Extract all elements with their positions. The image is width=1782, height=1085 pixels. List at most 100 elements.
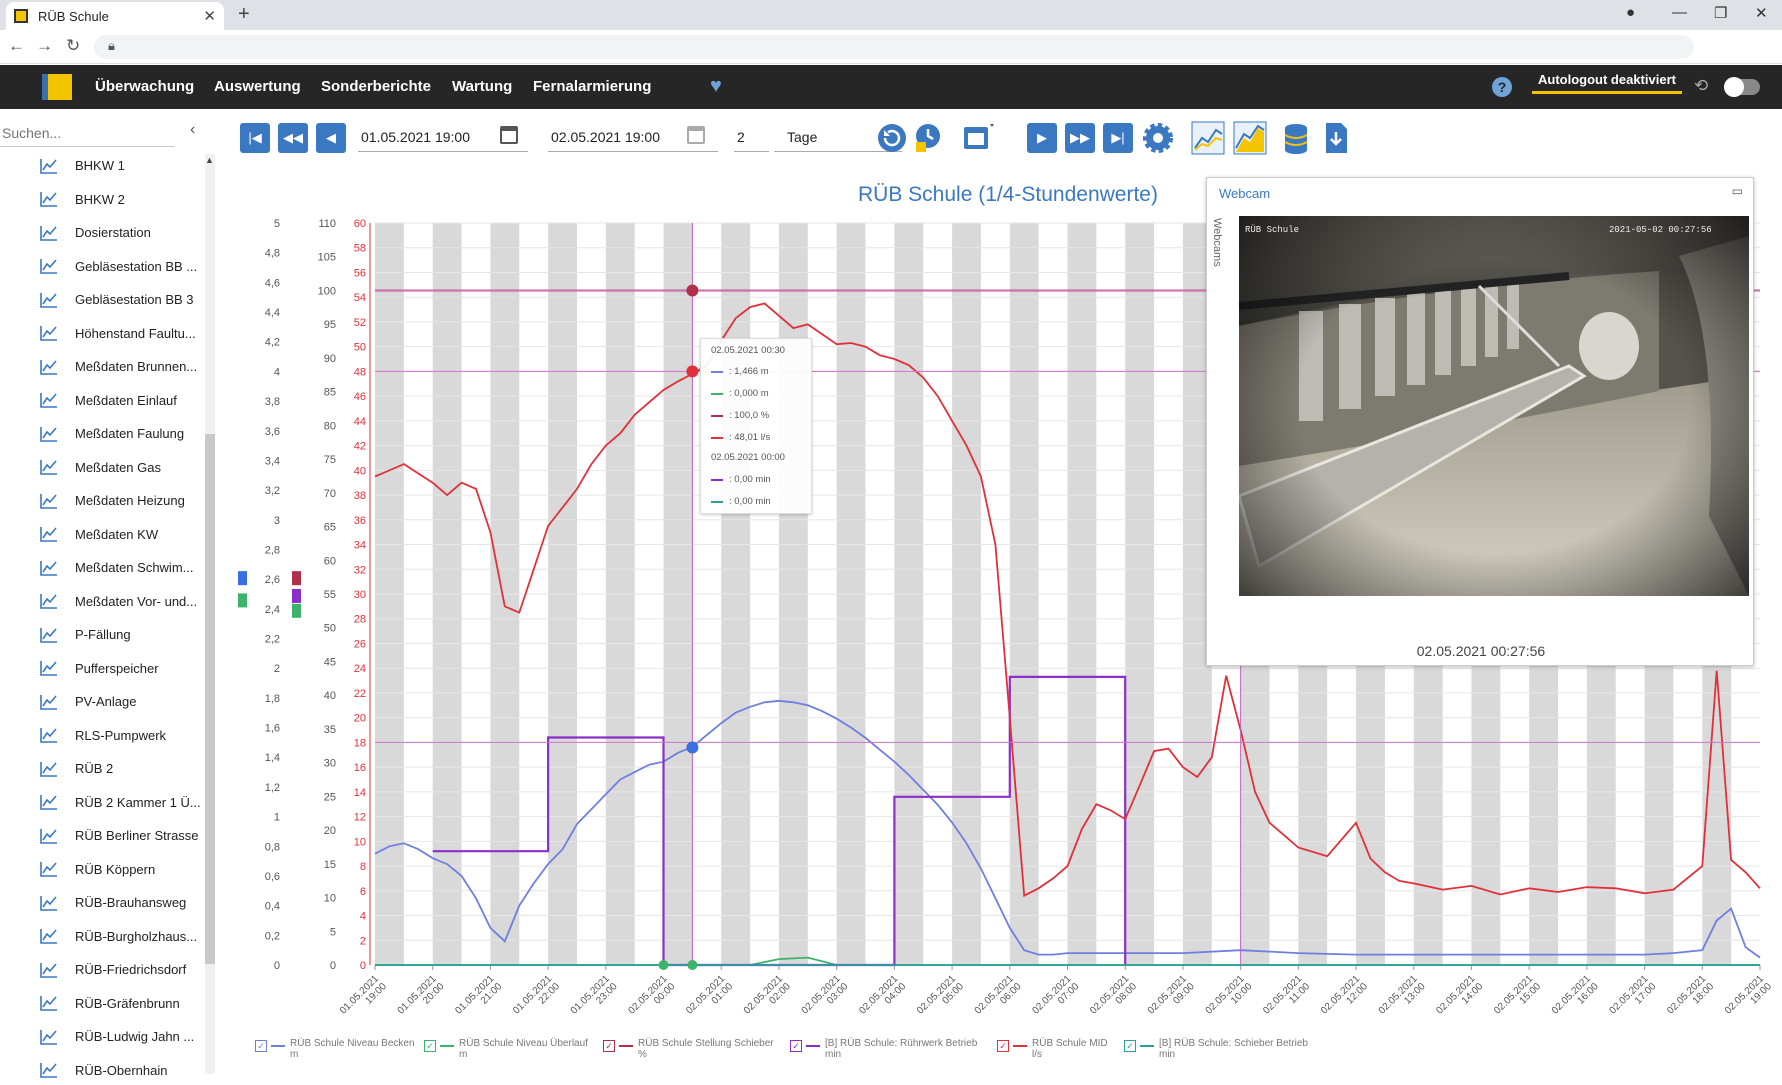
help-icon[interactable]: ? — [1492, 77, 1512, 97]
sidebar-item[interactable]: RÜB-Friedrichsdorf — [0, 953, 205, 987]
auto-refresh-icon[interactable] — [910, 120, 946, 156]
sidebar-item[interactable]: Meßdaten Schwim... — [0, 551, 205, 585]
period-count-field[interactable]: 2 — [734, 122, 769, 152]
sidebar-item[interactable]: PV-Anlage — [0, 685, 205, 719]
sidebar-item[interactable]: RÜB 2 — [0, 752, 205, 786]
close-window-icon[interactable]: ✕ — [1755, 4, 1768, 22]
sidebar-item[interactable]: BHKW 2 — [0, 183, 205, 217]
new-tab-button[interactable]: + — [238, 3, 250, 26]
sidebar-item[interactable]: RÜB-Ludwig Jahn ... — [0, 1020, 205, 1054]
sidebar-item[interactable]: Höhenstand Faultu... — [0, 317, 205, 351]
collapse-sidebar-icon[interactable]: ‹ — [190, 121, 195, 139]
app-logo[interactable] — [42, 74, 72, 100]
area-chart-icon[interactable] — [1232, 120, 1268, 156]
forward-icon[interactable]: → — [36, 36, 53, 56]
menu-fernalarmierung[interactable]: Fernalarmierung — [533, 78, 651, 95]
calendar-options-icon[interactable] — [960, 120, 996, 156]
restore-icon[interactable]: ❐ — [1714, 4, 1727, 22]
sidebar-item[interactable]: RÜB-Gräfenbrunn — [0, 987, 205, 1021]
autologout-status[interactable]: Autologout deaktiviert — [1532, 72, 1682, 94]
sidebar-item[interactable]: Meßdaten Vor- und... — [0, 585, 205, 619]
sidebar-item[interactable]: Meßdaten Heizung — [0, 484, 205, 518]
legend-item[interactable]: ✓ RÜB Schule Niveau Becken m — [255, 1038, 415, 1060]
webcam-image: RÜB Schule 2021-05-02 00:27:56 — [1239, 216, 1749, 596]
close-tab-icon[interactable]: ✕ — [203, 7, 216, 25]
sidebar-item[interactable]: RÜB-Burgholzhaus... — [0, 920, 205, 954]
webcam-minimize-icon[interactable]: ▭ — [1732, 184, 1743, 198]
sidebar-item[interactable]: BHKW 1 — [0, 149, 205, 183]
profile-icon[interactable]: ● — [1626, 4, 1635, 21]
legend-item[interactable]: ✓ RÜB Schule MID l/s — [997, 1038, 1108, 1060]
calendar-to-icon[interactable] — [687, 126, 705, 144]
last-button[interactable]: ▶| — [1103, 123, 1133, 153]
fast-forward-button[interactable]: ▶▶ — [1065, 123, 1095, 153]
sidebar-item[interactable]: P-Fällung — [0, 618, 205, 652]
sidebar-item[interactable]: Pufferspeicher — [0, 652, 205, 686]
legend-item[interactable]: ✓ [B] RÜB Schule: Rührwerk Betrieb min — [790, 1038, 977, 1060]
tooltip-value: : 0,00 min — [729, 474, 771, 485]
menu-auswertung[interactable]: Auswertung — [214, 78, 301, 95]
database-icon[interactable] — [1278, 120, 1314, 156]
axis-tick-label: 4 — [360, 911, 366, 923]
legend-item[interactable]: ✓ [B] RÜB Schule: Schieber Betrieb min — [1124, 1038, 1308, 1060]
menu-sonderberichte[interactable]: Sonderberichte — [321, 78, 431, 95]
sidebar-item[interactable]: RÜB Köppern — [0, 853, 205, 887]
tooltip-value: : 100,0 % — [729, 410, 770, 421]
minimize-icon[interactable]: — — [1672, 4, 1687, 21]
legend-checkbox[interactable]: ✓ — [424, 1040, 436, 1052]
webcams-side-tab[interactable]: Webcams — [1211, 218, 1223, 267]
reload-icon[interactable]: ↻ — [66, 36, 80, 56]
tooltip-row: : 1,466 m — [711, 366, 769, 377]
sidebar-item[interactable]: RÜB-Obernhain — [0, 1054, 205, 1081]
legend-checkbox[interactable]: ✓ — [997, 1040, 1009, 1052]
hover-point — [686, 365, 699, 378]
sidebar-item-label: RÜB-Burgholzhaus... — [75, 928, 198, 944]
sidebar-item[interactable]: RLS-Pumpwerk — [0, 719, 205, 753]
sidebar-item[interactable]: Dosierstation — [0, 216, 205, 250]
calendar-from-icon[interactable] — [500, 126, 518, 144]
sidebar-item[interactable]: Meßdaten Gas — [0, 451, 205, 485]
legend-item[interactable]: ✓ RÜB Schule Niveau Überlauf m — [424, 1038, 588, 1060]
autologout-toggle[interactable] — [1724, 77, 1760, 97]
export-download-icon[interactable] — [1318, 120, 1354, 156]
legend-swatch — [440, 1045, 454, 1047]
axis-tick-label: 34 — [354, 540, 366, 552]
browser-tab[interactable]: RÜB Schule ✕ — [6, 2, 224, 30]
webcam-panel[interactable]: Webcam ▭ Webcams RÜB Schule 2021-05-02 0… — [1206, 177, 1754, 666]
back-icon[interactable]: ← — [8, 36, 25, 56]
sidebar-scroll-thumb[interactable] — [205, 434, 215, 964]
fast-back-button[interactable]: ◀◀ — [278, 123, 308, 153]
refresh-icon[interactable] — [874, 120, 910, 156]
menu-wartung[interactable]: Wartung — [452, 78, 512, 95]
menu-ueberwachung[interactable]: Überwachung — [95, 78, 194, 95]
sidebar-item[interactable]: Meßdaten Faulung — [0, 417, 205, 451]
back-button[interactable]: ◀ — [316, 123, 346, 153]
first-button[interactable]: |◀ — [240, 123, 270, 153]
sidebar-item[interactable]: Gebläsestation BB 3 — [0, 283, 205, 317]
sidebar-item[interactable]: Gebläsestation BB ... — [0, 250, 205, 284]
legend-checkbox[interactable]: ✓ — [1124, 1040, 1136, 1052]
legend-item[interactable]: ✓ RÜB Schule Stellung Schieber% — [603, 1038, 774, 1060]
line-chart-icon[interactable] — [1190, 120, 1226, 156]
sidebar-item[interactable]: RÜB-Brauhansweg — [0, 886, 205, 920]
sidebar-item[interactable]: RÜB 2 Kammer 1 Ü... — [0, 786, 205, 820]
history-icon[interactable]: ⟲ — [1694, 76, 1708, 96]
play-button[interactable]: ▶ — [1027, 123, 1057, 153]
legend-checkbox[interactable]: ✓ — [255, 1040, 267, 1052]
axis-tick-label: 18 — [354, 737, 366, 749]
search-input[interactable] — [0, 119, 175, 147]
sidebar-item[interactable]: Meßdaten Einlauf — [0, 384, 205, 418]
legend-checkbox[interactable]: ✓ — [790, 1040, 802, 1052]
chart-item-icon — [40, 1063, 57, 1079]
legend-checkbox[interactable]: ✓ — [603, 1040, 615, 1052]
sidebar-item[interactable]: RÜB Berliner Strasse — [0, 819, 205, 853]
axis-tick-label: 0 — [360, 960, 366, 972]
scroll-up-icon[interactable]: ▲ — [205, 155, 214, 165]
favorite-heart-icon[interactable]: ♥ — [710, 75, 722, 98]
url-bar[interactable]: 🔒︎ — [94, 35, 1694, 59]
settings-gear-icon[interactable] — [1140, 120, 1176, 156]
legend-swatch — [619, 1045, 633, 1047]
sidebar-list: BHKW 1 BHKW 2 Dosierstation Gebläsestation … — [0, 149, 205, 1080]
sidebar-item[interactable]: Meßdaten KW — [0, 518, 205, 552]
sidebar-item[interactable]: Meßdaten Brunnen... — [0, 350, 205, 384]
